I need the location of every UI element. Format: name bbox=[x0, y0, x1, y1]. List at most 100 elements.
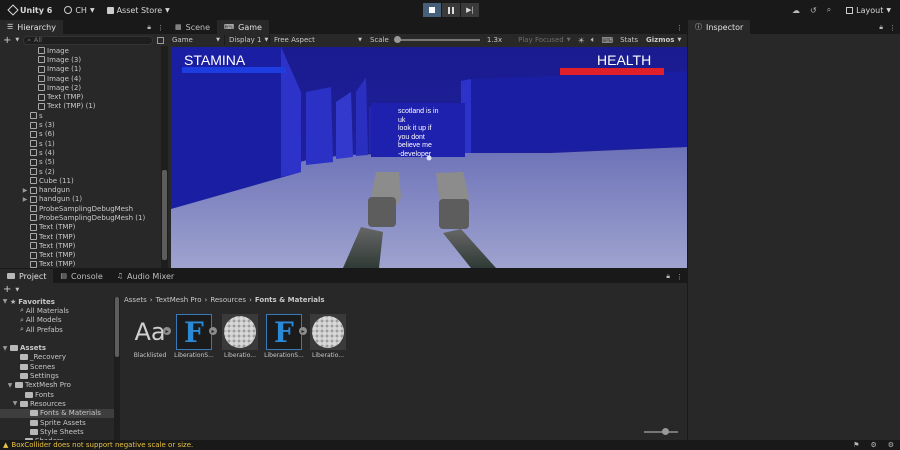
project-tree-item[interactable]: ▼ TextMesh Pro bbox=[0, 381, 120, 390]
hierarchy-item[interactable]: s (1) bbox=[0, 139, 160, 148]
breadcrumb-item[interactable]: Assets bbox=[124, 296, 147, 304]
hierarchy-item[interactable]: Image bbox=[0, 46, 160, 55]
hierarchy-item[interactable]: ProbeSamplingDebugMesh bbox=[0, 204, 160, 213]
tab-project[interactable]: Project bbox=[0, 269, 54, 283]
project-tree-item[interactable]: ▼ Assets bbox=[0, 343, 120, 352]
sun-icon[interactable]: ☀ bbox=[578, 36, 585, 45]
shortcut-icon[interactable]: ⌨ bbox=[602, 36, 614, 45]
layout-dropdown[interactable]: Layout ▼ bbox=[841, 3, 896, 17]
scale-slider[interactable] bbox=[393, 36, 480, 43]
hierarchy-item[interactable]: ▶ handgun bbox=[0, 185, 160, 194]
play-focused-dropdown[interactable]: Play Focused ▼ bbox=[514, 36, 574, 44]
hierarchy-scrollbar[interactable] bbox=[161, 46, 168, 268]
asset-item[interactable]: F LiberationS... bbox=[172, 314, 216, 359]
hierarchy-item[interactable]: Text (TMP) bbox=[0, 251, 160, 260]
hierarchy-item[interactable]: Image (4) bbox=[0, 74, 160, 83]
project-tree-item[interactable]: ⌕ All Prefabs bbox=[0, 325, 120, 334]
expand-arrow-icon[interactable]: ▸ bbox=[163, 327, 171, 335]
lock-icon[interactable]: 🔒︎ bbox=[879, 23, 883, 32]
hierarchy-item[interactable]: ProbeSamplingDebugMesh (1) bbox=[0, 213, 160, 222]
account-button[interactable]: Unity 6 bbox=[4, 3, 57, 17]
lock-icon[interactable]: 🔒︎ bbox=[147, 23, 151, 32]
hierarchy-item[interactable]: s (3) bbox=[0, 120, 160, 129]
breadcrumb-item[interactable]: TextMesh Pro bbox=[156, 296, 202, 304]
step-button[interactable]: ▶| bbox=[461, 3, 479, 17]
hierarchy-item[interactable]: Text (TMP) (1) bbox=[0, 102, 160, 111]
scale-slider-thumb[interactable] bbox=[393, 36, 401, 43]
expand-arrow-icon[interactable]: ▼ bbox=[2, 298, 8, 305]
project-tree-item[interactable]: Fonts bbox=[0, 390, 120, 399]
hierarchy-item[interactable]: s (5) bbox=[0, 158, 160, 167]
project-tree-item[interactable]: Style Sheets bbox=[0, 427, 120, 436]
chevron-down-icon[interactable]: ▼ bbox=[15, 37, 19, 43]
hierarchy-item[interactable]: Text (TMP) bbox=[0, 241, 160, 250]
status-bar[interactable]: ▲ BoxCollider does not support negative … bbox=[0, 440, 900, 450]
tab-game[interactable]: ⌨ Game bbox=[217, 20, 269, 34]
more-menu-icon[interactable]: ⋮ bbox=[889, 24, 896, 32]
tab-inspector[interactable]: ⓘ Inspector bbox=[688, 20, 751, 34]
project-tree-item[interactable]: _Recovery bbox=[0, 353, 120, 362]
asset-item[interactable]: F LiberationS... bbox=[262, 314, 306, 359]
mute-audio-icon[interactable]: 🔈︎ bbox=[591, 35, 596, 45]
project-tree-item[interactable]: ⌕ All Models bbox=[0, 316, 120, 325]
project-tree-item[interactable]: Settings bbox=[0, 371, 120, 380]
asset-item[interactable]: Liberatio... bbox=[218, 314, 262, 359]
expand-arrow-icon[interactable]: ▼ bbox=[7, 382, 13, 389]
expand-arrow-icon[interactable]: ▼ bbox=[12, 400, 18, 407]
project-tree-item[interactable]: Fonts & Materials bbox=[0, 408, 116, 418]
hierarchy-item[interactable]: s (4) bbox=[0, 148, 160, 157]
expand-arrow-icon[interactable]: ▶ bbox=[22, 196, 28, 203]
settings-icon[interactable]: ⚙ bbox=[888, 441, 894, 449]
add-button[interactable]: + bbox=[3, 284, 11, 295]
collab-button[interactable]: CH ▼ bbox=[59, 3, 99, 17]
aspect-dropdown[interactable]: Free Aspect ▼ bbox=[270, 36, 366, 44]
expand-arrow-icon[interactable]: ▼ bbox=[2, 345, 8, 352]
hierarchy-item[interactable]: Text (TMP) bbox=[0, 92, 160, 101]
more-menu-icon[interactable]: ⋮ bbox=[676, 24, 683, 32]
chevron-down-icon[interactable]: ▼ bbox=[15, 287, 19, 293]
expand-arrow-icon[interactable]: ▸ bbox=[209, 327, 217, 335]
hierarchy-item[interactable]: s (2) bbox=[0, 167, 160, 176]
tab-console[interactable]: ▤ Console bbox=[53, 269, 109, 283]
hierarchy-item[interactable]: Image (3) bbox=[0, 55, 160, 64]
game-viewport[interactable]: STAMINA HEALTH scotland is in uk look it… bbox=[171, 47, 687, 268]
more-menu-icon[interactable]: ⋮ bbox=[676, 273, 683, 281]
project-tree-scroll-thumb[interactable] bbox=[115, 297, 119, 357]
hierarchy-item[interactable]: Image (2) bbox=[0, 83, 160, 92]
hierarchy-item[interactable]: Image (1) bbox=[0, 65, 160, 74]
tab-audio-mixer[interactable]: ♫ Audio Mixer bbox=[110, 269, 181, 283]
thumbnail-size-slider[interactable] bbox=[644, 428, 678, 435]
bug-icon[interactable]: ⚑ bbox=[853, 441, 859, 449]
asset-item[interactable]: Liberatio... bbox=[306, 314, 350, 359]
project-tree-item[interactable]: Scenes bbox=[0, 362, 120, 371]
play-button[interactable] bbox=[423, 3, 441, 17]
history-icon[interactable]: ↺ bbox=[810, 6, 817, 15]
add-button[interactable]: + bbox=[3, 35, 11, 46]
expand-arrow-icon[interactable]: ▶ bbox=[22, 187, 28, 194]
cloud-icon[interactable]: ☁ bbox=[792, 6, 800, 15]
project-tree-item[interactable]: ▼ Resources bbox=[0, 399, 120, 408]
project-tree-scrollbar[interactable] bbox=[114, 297, 120, 440]
tab-scene[interactable]: ▦ Scene bbox=[168, 20, 217, 34]
hierarchy-item[interactable]: Text (TMP) bbox=[0, 260, 160, 268]
asset-store-button[interactable]: Asset Store ▼ bbox=[102, 3, 175, 17]
hierarchy-item[interactable]: Text (TMP) bbox=[0, 232, 160, 241]
breadcrumb-item[interactable]: Resources bbox=[210, 296, 246, 304]
more-menu-icon[interactable]: ⋮ bbox=[157, 24, 164, 32]
hierarchy-item[interactable]: ▶ handgun (1) bbox=[0, 195, 160, 204]
display-dropdown[interactable]: Display 1 ▼ bbox=[225, 36, 269, 44]
filter-icon[interactable] bbox=[157, 36, 165, 44]
thumbnail-size-thumb[interactable] bbox=[662, 428, 669, 435]
hierarchy-item[interactable]: Text (TMP) bbox=[0, 223, 160, 232]
breadcrumb-item[interactable]: Fonts & Materials bbox=[255, 296, 325, 304]
project-tree-item[interactable]: Sprite Assets bbox=[0, 418, 120, 427]
asset-item[interactable]: Aa Blacklisted bbox=[128, 314, 172, 359]
project-tree-item[interactable]: ▼ ★ Favorites bbox=[0, 297, 120, 306]
hierarchy-item[interactable]: s bbox=[0, 111, 160, 120]
lock-icon[interactable]: 🔒︎ bbox=[666, 272, 670, 281]
gizmos-dropdown[interactable]: Gizmos ▼ bbox=[642, 36, 685, 44]
stats-button[interactable]: Stats bbox=[616, 36, 642, 44]
search-icon[interactable]: ⌕ bbox=[827, 5, 831, 15]
tab-hierarchy[interactable]: ☰ Hierarchy bbox=[0, 20, 63, 34]
project-tree-item[interactable]: ⌕ All Materials bbox=[0, 306, 120, 315]
